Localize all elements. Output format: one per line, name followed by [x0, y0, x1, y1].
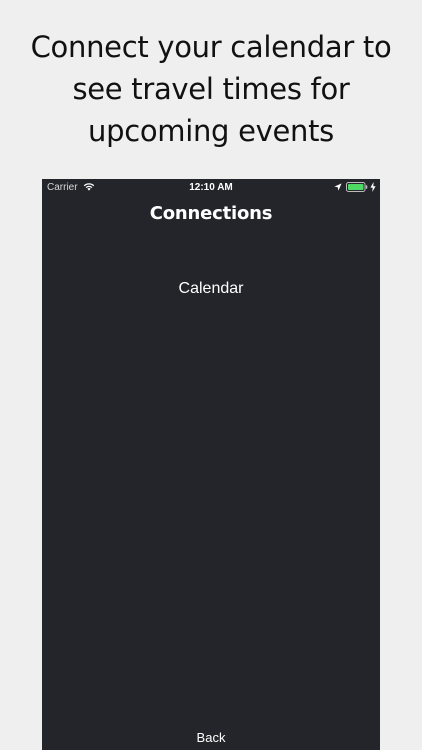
location-arrow-icon — [334, 183, 342, 191]
page-title: Connections — [149, 203, 273, 224]
phone-screen: Carrier 12:10 AM Connections Calendar Ba… — [42, 179, 380, 750]
status-bar: Carrier 12:10 AM — [42, 179, 380, 195]
promo-headline-line-2: see travel times for — [72, 72, 350, 106]
battery-icon — [346, 182, 368, 192]
promo-headline-line-3: upcoming events — [88, 114, 334, 148]
promo-headline-line-1: Connect your calendar to — [30, 30, 392, 64]
calendar-connection-button[interactable]: Calendar — [161, 277, 261, 301]
charging-bolt-icon — [370, 182, 376, 192]
back-button[interactable]: Back — [181, 728, 241, 748]
promo-headline: Connect your calendar to see travel time… — [0, 26, 422, 152]
status-time: 12:10 AM — [189, 182, 233, 193]
